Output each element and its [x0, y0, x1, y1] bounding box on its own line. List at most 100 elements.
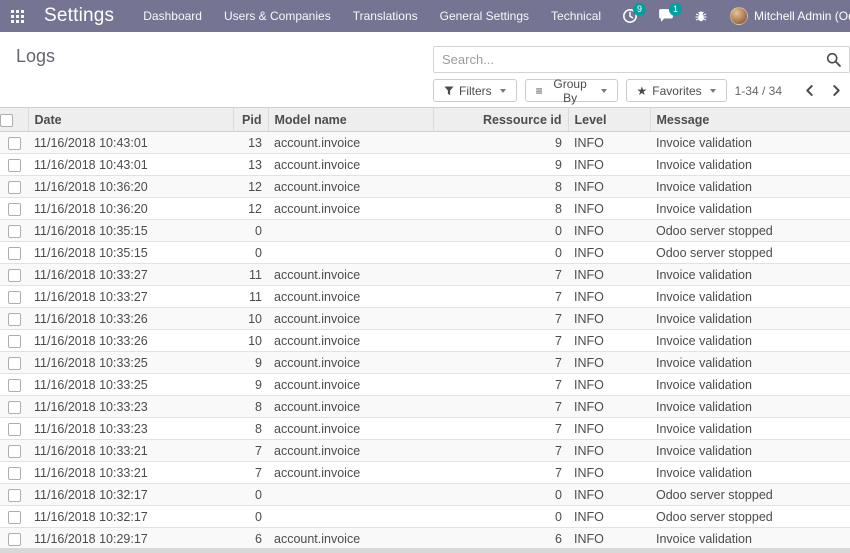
table-row[interactable]: 11/16/2018 10:36:2012account.invoice8INF… — [0, 176, 850, 198]
favorites-button[interactable]: ★ Favorites — [626, 79, 727, 102]
pid-cell: 8 — [233, 396, 268, 418]
row-checkbox[interactable] — [8, 181, 21, 194]
table-row[interactable]: 11/16/2018 10:33:217account.invoice7INFO… — [0, 440, 850, 462]
table-row[interactable]: 11/16/2018 10:33:2711account.invoice7INF… — [0, 286, 850, 308]
date-cell: 11/16/2018 10:33:23 — [28, 396, 233, 418]
date-cell: 11/16/2018 10:43:01 — [28, 132, 233, 154]
table-row[interactable]: 11/16/2018 10:33:238account.invoice7INFO… — [0, 418, 850, 440]
level-cell: INFO — [568, 154, 650, 176]
search-input[interactable] — [442, 52, 826, 67]
row-checkbox[interactable] — [8, 313, 21, 326]
resource-id-cell: 8 — [433, 198, 568, 220]
nav-menu-technical[interactable]: Technical — [540, 0, 612, 32]
log-list-view: Date Pid Model name Ressource id Level M… — [0, 107, 850, 548]
row-checkbox[interactable] — [8, 445, 21, 458]
debug-menu-button[interactable] — [684, 0, 718, 32]
nav-menu-general-settings[interactable]: General Settings — [429, 0, 540, 32]
message-cell: Odoo server stopped — [650, 506, 850, 528]
model-name-cell: account.invoice — [268, 374, 433, 396]
log-table-body: 11/16/2018 10:43:0113account.invoice9INF… — [0, 132, 850, 549]
level-cell: INFO — [568, 330, 650, 352]
date-cell: 11/16/2018 10:33:26 — [28, 308, 233, 330]
nav-menu-translations[interactable]: Translations — [342, 0, 429, 32]
activity-menu-button[interactable]: 9 — [612, 0, 648, 32]
table-row[interactable]: 11/16/2018 10:32:1700INFOOdoo server sto… — [0, 506, 850, 528]
resource-id-cell: 0 — [433, 220, 568, 242]
control-panel-buttons: Filters ≡ Group By ★ Favorites 1-34 / 34 — [433, 79, 850, 102]
avatar — [730, 7, 748, 25]
user-menu[interactable]: Mitchell Admin (Odoo_12) — [718, 0, 850, 32]
apps-menu-button[interactable] — [0, 0, 34, 32]
row-checkbox[interactable] — [8, 335, 21, 348]
row-checkbox[interactable] — [8, 533, 21, 546]
resource-id-cell: 7 — [433, 264, 568, 286]
table-row[interactable]: 11/16/2018 10:43:0113account.invoice9INF… — [0, 154, 850, 176]
pid-cell: 12 — [233, 176, 268, 198]
row-checkbox[interactable] — [8, 159, 21, 172]
model-name-cell: account.invoice — [268, 440, 433, 462]
date-cell: 11/16/2018 10:33:26 — [28, 330, 233, 352]
search-icon[interactable] — [826, 52, 841, 67]
row-checkbox[interactable] — [8, 137, 21, 150]
table-row[interactable]: 11/16/2018 10:35:1500INFOOdoo server sto… — [0, 242, 850, 264]
row-checkbox[interactable] — [8, 401, 21, 414]
table-row[interactable]: 11/16/2018 10:33:2610account.invoice7INF… — [0, 308, 850, 330]
level-cell: INFO — [568, 352, 650, 374]
table-row[interactable]: 11/16/2018 10:33:2610account.invoice7INF… — [0, 330, 850, 352]
column-header-message[interactable]: Message — [650, 108, 850, 132]
level-cell: INFO — [568, 396, 650, 418]
row-checkbox[interactable] — [8, 357, 21, 370]
pid-cell: 11 — [233, 286, 268, 308]
column-header-date[interactable]: Date — [28, 108, 233, 132]
pager-next-button[interactable] — [823, 82, 850, 99]
app-title[interactable]: Settings — [44, 5, 114, 27]
table-row[interactable]: 11/16/2018 10:33:259account.invoice7INFO… — [0, 352, 850, 374]
activity-count-badge: 9 — [633, 3, 646, 16]
column-header-resource-id[interactable]: Ressource id — [433, 108, 568, 132]
table-row[interactable]: 11/16/2018 10:33:2711account.invoice7INF… — [0, 264, 850, 286]
model-name-cell: account.invoice — [268, 264, 433, 286]
group-by-button[interactable]: ≡ Group By — [525, 79, 618, 102]
table-row[interactable]: 11/16/2018 10:33:259account.invoice7INFO… — [0, 374, 850, 396]
resource-id-cell: 0 — [433, 242, 568, 264]
row-checkbox[interactable] — [8, 489, 21, 502]
column-header-level[interactable]: Level — [568, 108, 650, 132]
row-checkbox[interactable] — [8, 269, 21, 282]
nav-menu-dashboard[interactable]: Dashboard — [132, 0, 213, 32]
column-header-model-name[interactable]: Model name — [268, 108, 433, 132]
model-name-cell: account.invoice — [268, 462, 433, 484]
row-checkbox[interactable] — [8, 511, 21, 524]
row-checkbox[interactable] — [8, 423, 21, 436]
row-checkbox[interactable] — [8, 203, 21, 216]
table-row[interactable]: 11/16/2018 10:33:217account.invoice7INFO… — [0, 462, 850, 484]
model-name-cell: account.invoice — [268, 352, 433, 374]
level-cell: INFO — [568, 308, 650, 330]
table-row[interactable]: 11/16/2018 10:32:1700INFOOdoo server sto… — [0, 484, 850, 506]
table-row[interactable]: 11/16/2018 10:35:1500INFOOdoo server sto… — [0, 220, 850, 242]
filters-button[interactable]: Filters — [433, 79, 517, 102]
message-cell: Odoo server stopped — [650, 484, 850, 506]
date-cell: 11/16/2018 10:33:25 — [28, 352, 233, 374]
model-name-cell — [268, 220, 433, 242]
row-checkbox[interactable] — [8, 225, 21, 238]
pager-previous-button[interactable] — [796, 82, 823, 99]
row-checkbox-cell — [0, 396, 28, 418]
row-checkbox[interactable] — [8, 379, 21, 392]
table-row[interactable]: 11/16/2018 10:36:2012account.invoice8INF… — [0, 198, 850, 220]
row-checkbox-cell — [0, 220, 28, 242]
model-name-cell: account.invoice — [268, 286, 433, 308]
row-checkbox[interactable] — [8, 467, 21, 480]
table-row[interactable]: 11/16/2018 10:43:0113account.invoice9INF… — [0, 132, 850, 154]
nav-menu-users-companies[interactable]: Users & Companies — [213, 0, 342, 32]
model-name-cell — [268, 484, 433, 506]
row-checkbox[interactable] — [8, 291, 21, 304]
table-row[interactable]: 11/16/2018 10:33:238account.invoice7INFO… — [0, 396, 850, 418]
table-row[interactable]: 11/16/2018 10:29:176account.invoice6INFO… — [0, 528, 850, 549]
row-checkbox[interactable] — [8, 247, 21, 260]
column-header-pid[interactable]: Pid — [233, 108, 268, 132]
level-cell: INFO — [568, 440, 650, 462]
row-checkbox-cell — [0, 462, 28, 484]
resource-id-cell: 8 — [433, 176, 568, 198]
messages-menu-button[interactable]: 1 — [648, 0, 684, 32]
select-all-checkbox[interactable] — [0, 114, 13, 127]
